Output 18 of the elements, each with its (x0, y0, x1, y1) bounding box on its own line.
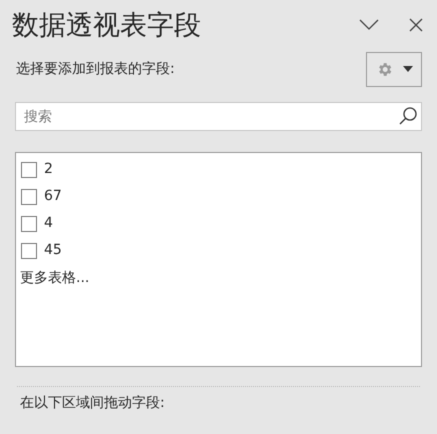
settings-dropdown[interactable] (366, 52, 422, 86)
checkbox[interactable] (21, 188, 37, 204)
prompt-text: 选择要添加到报表的字段: (16, 60, 176, 78)
search-field[interactable]: 搜索 (15, 102, 422, 131)
field-label[interactable]: 4 (44, 213, 53, 234)
caret-icon (402, 66, 412, 72)
checkbox[interactable] (21, 162, 37, 178)
field-label[interactable]: 45 (44, 240, 62, 261)
pane-title: 数据透视表字段 (12, 12, 202, 38)
checkbox[interactable] (21, 216, 37, 232)
close-icon[interactable] (409, 18, 423, 32)
areas-prompt: 在以下区域间拖动字段: (20, 394, 165, 413)
field-label[interactable]: 2 (44, 159, 53, 180)
collapse-icon[interactable] (359, 18, 379, 32)
search-icon (398, 106, 418, 126)
more-tables-link[interactable]: 更多表格... (20, 268, 90, 289)
field-label[interactable]: 67 (44, 186, 62, 207)
checkbox[interactable] (21, 242, 37, 258)
